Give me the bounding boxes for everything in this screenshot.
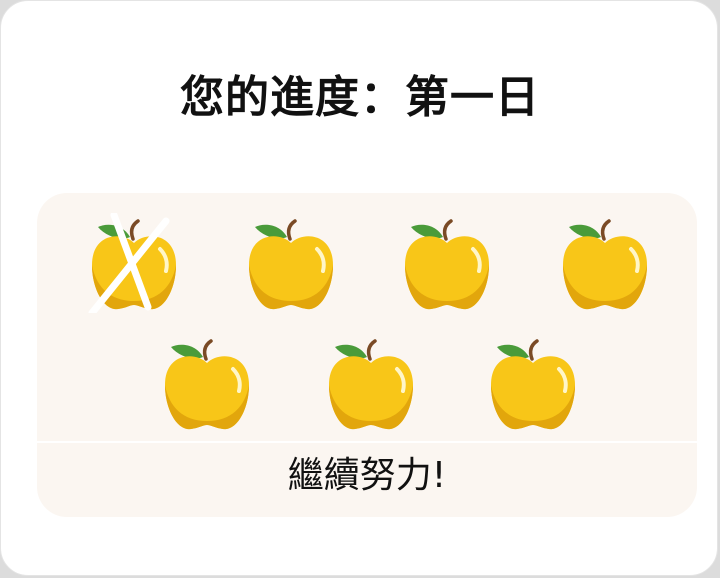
apple-2-icon [241, 213, 341, 313]
page-title: 您的進度：第一日 [180, 72, 540, 123]
apple-4-icon [555, 213, 655, 313]
panel-divider [37, 441, 697, 443]
apple-tracker-panel: 繼續努力! [37, 193, 697, 517]
apple-1-crossed-icon [84, 213, 184, 313]
apple-7-icon [483, 333, 583, 433]
apple-3-icon [397, 213, 497, 313]
encouragement-text: 繼續努力! [287, 455, 447, 496]
apple-5-icon [157, 333, 257, 433]
apple-6-icon [321, 333, 421, 433]
progress-card: 您的進度：第一日 繼續努力! [0, 0, 718, 576]
